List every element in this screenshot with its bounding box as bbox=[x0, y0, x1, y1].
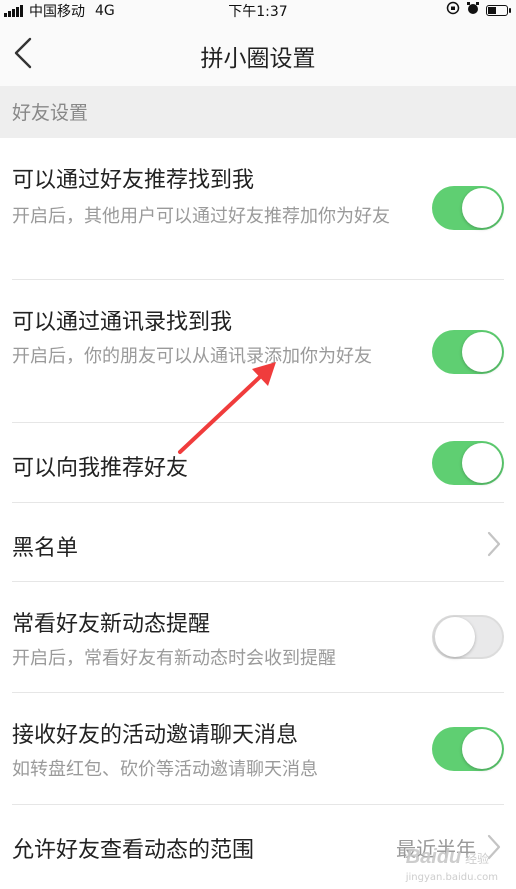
setting-row-friend-recommend: 可以通过好友推荐找到我 开启后，其他用户可以通过好友推荐加你为好友 bbox=[0, 138, 516, 280]
friend-recommend-toggle[interactable] bbox=[432, 186, 504, 230]
chevron-right-icon bbox=[487, 834, 501, 860]
toggle-knob bbox=[462, 188, 502, 228]
setting-label: 允许好友查看动态的范围 bbox=[12, 838, 255, 863]
section-header: 好友设置 bbox=[0, 86, 516, 138]
setting-description: 开启后，你的朋友可以从通讯录添加你为好友 bbox=[12, 346, 372, 367]
page-title: 拼小圈设置 bbox=[200, 46, 316, 72]
activity-invite-toggle[interactable] bbox=[432, 727, 504, 771]
setting-label: 可以通过好友推荐找到我 bbox=[12, 168, 255, 193]
chevron-right-icon bbox=[487, 531, 501, 557]
new-activity-toggle[interactable] bbox=[432, 615, 504, 659]
moments-visibility-row[interactable]: 允许好友查看动态的范围 最近半年 bbox=[0, 805, 516, 889]
setting-label: 可以通过通讯录找到我 bbox=[12, 310, 233, 335]
setting-row-recommend-friends: 可以向我推荐好友 bbox=[0, 423, 516, 503]
toggle-knob bbox=[435, 617, 475, 657]
status-bar: 中国移动 4G 下午1:37 bbox=[0, 0, 516, 20]
setting-label: 可以向我推荐好友 bbox=[12, 456, 189, 481]
setting-label: 常看好友新动态提醒 bbox=[12, 612, 211, 637]
setting-label: 黑名单 bbox=[12, 536, 79, 561]
blacklist-row[interactable]: 黑名单 bbox=[0, 503, 516, 582]
setting-value: 最近半年 bbox=[396, 837, 476, 861]
orientation-lock-icon bbox=[446, 1, 460, 19]
setting-description: 如转盘红包、砍价等活动邀请聊天消息 bbox=[12, 759, 318, 780]
status-time: 下午1:37 bbox=[228, 4, 288, 20]
toggle-knob bbox=[462, 443, 502, 483]
section-title: 好友设置 bbox=[12, 102, 89, 124]
setting-row-contacts: 可以通过通讯录找到我 开启后，你的朋友可以从通讯录添加你为好友 bbox=[0, 280, 516, 423]
setting-row-activity-invite: 接收好友的活动邀请聊天消息 如转盘红包、砍价等活动邀请聊天消息 bbox=[0, 693, 516, 805]
setting-description: 开启后，其他用户可以通过好友推荐加你为好友 bbox=[12, 206, 390, 227]
setting-description: 开启后，常看好友有新动态时会收到提醒 bbox=[12, 648, 336, 669]
setting-label: 接收好友的活动邀请聊天消息 bbox=[12, 723, 299, 748]
battery-icon bbox=[486, 4, 511, 16]
setting-row-new-activity: 常看好友新动态提醒 开启后，常看好友有新动态时会收到提醒 bbox=[0, 582, 516, 693]
toggle-knob bbox=[462, 332, 502, 372]
recommend-friends-toggle[interactable] bbox=[432, 441, 504, 485]
contacts-find-toggle[interactable] bbox=[432, 330, 504, 374]
status-right bbox=[446, 1, 511, 19]
alarm-icon bbox=[466, 1, 480, 19]
nav-bar: 拼小圈设置 bbox=[0, 20, 516, 86]
toggle-knob bbox=[462, 729, 502, 769]
